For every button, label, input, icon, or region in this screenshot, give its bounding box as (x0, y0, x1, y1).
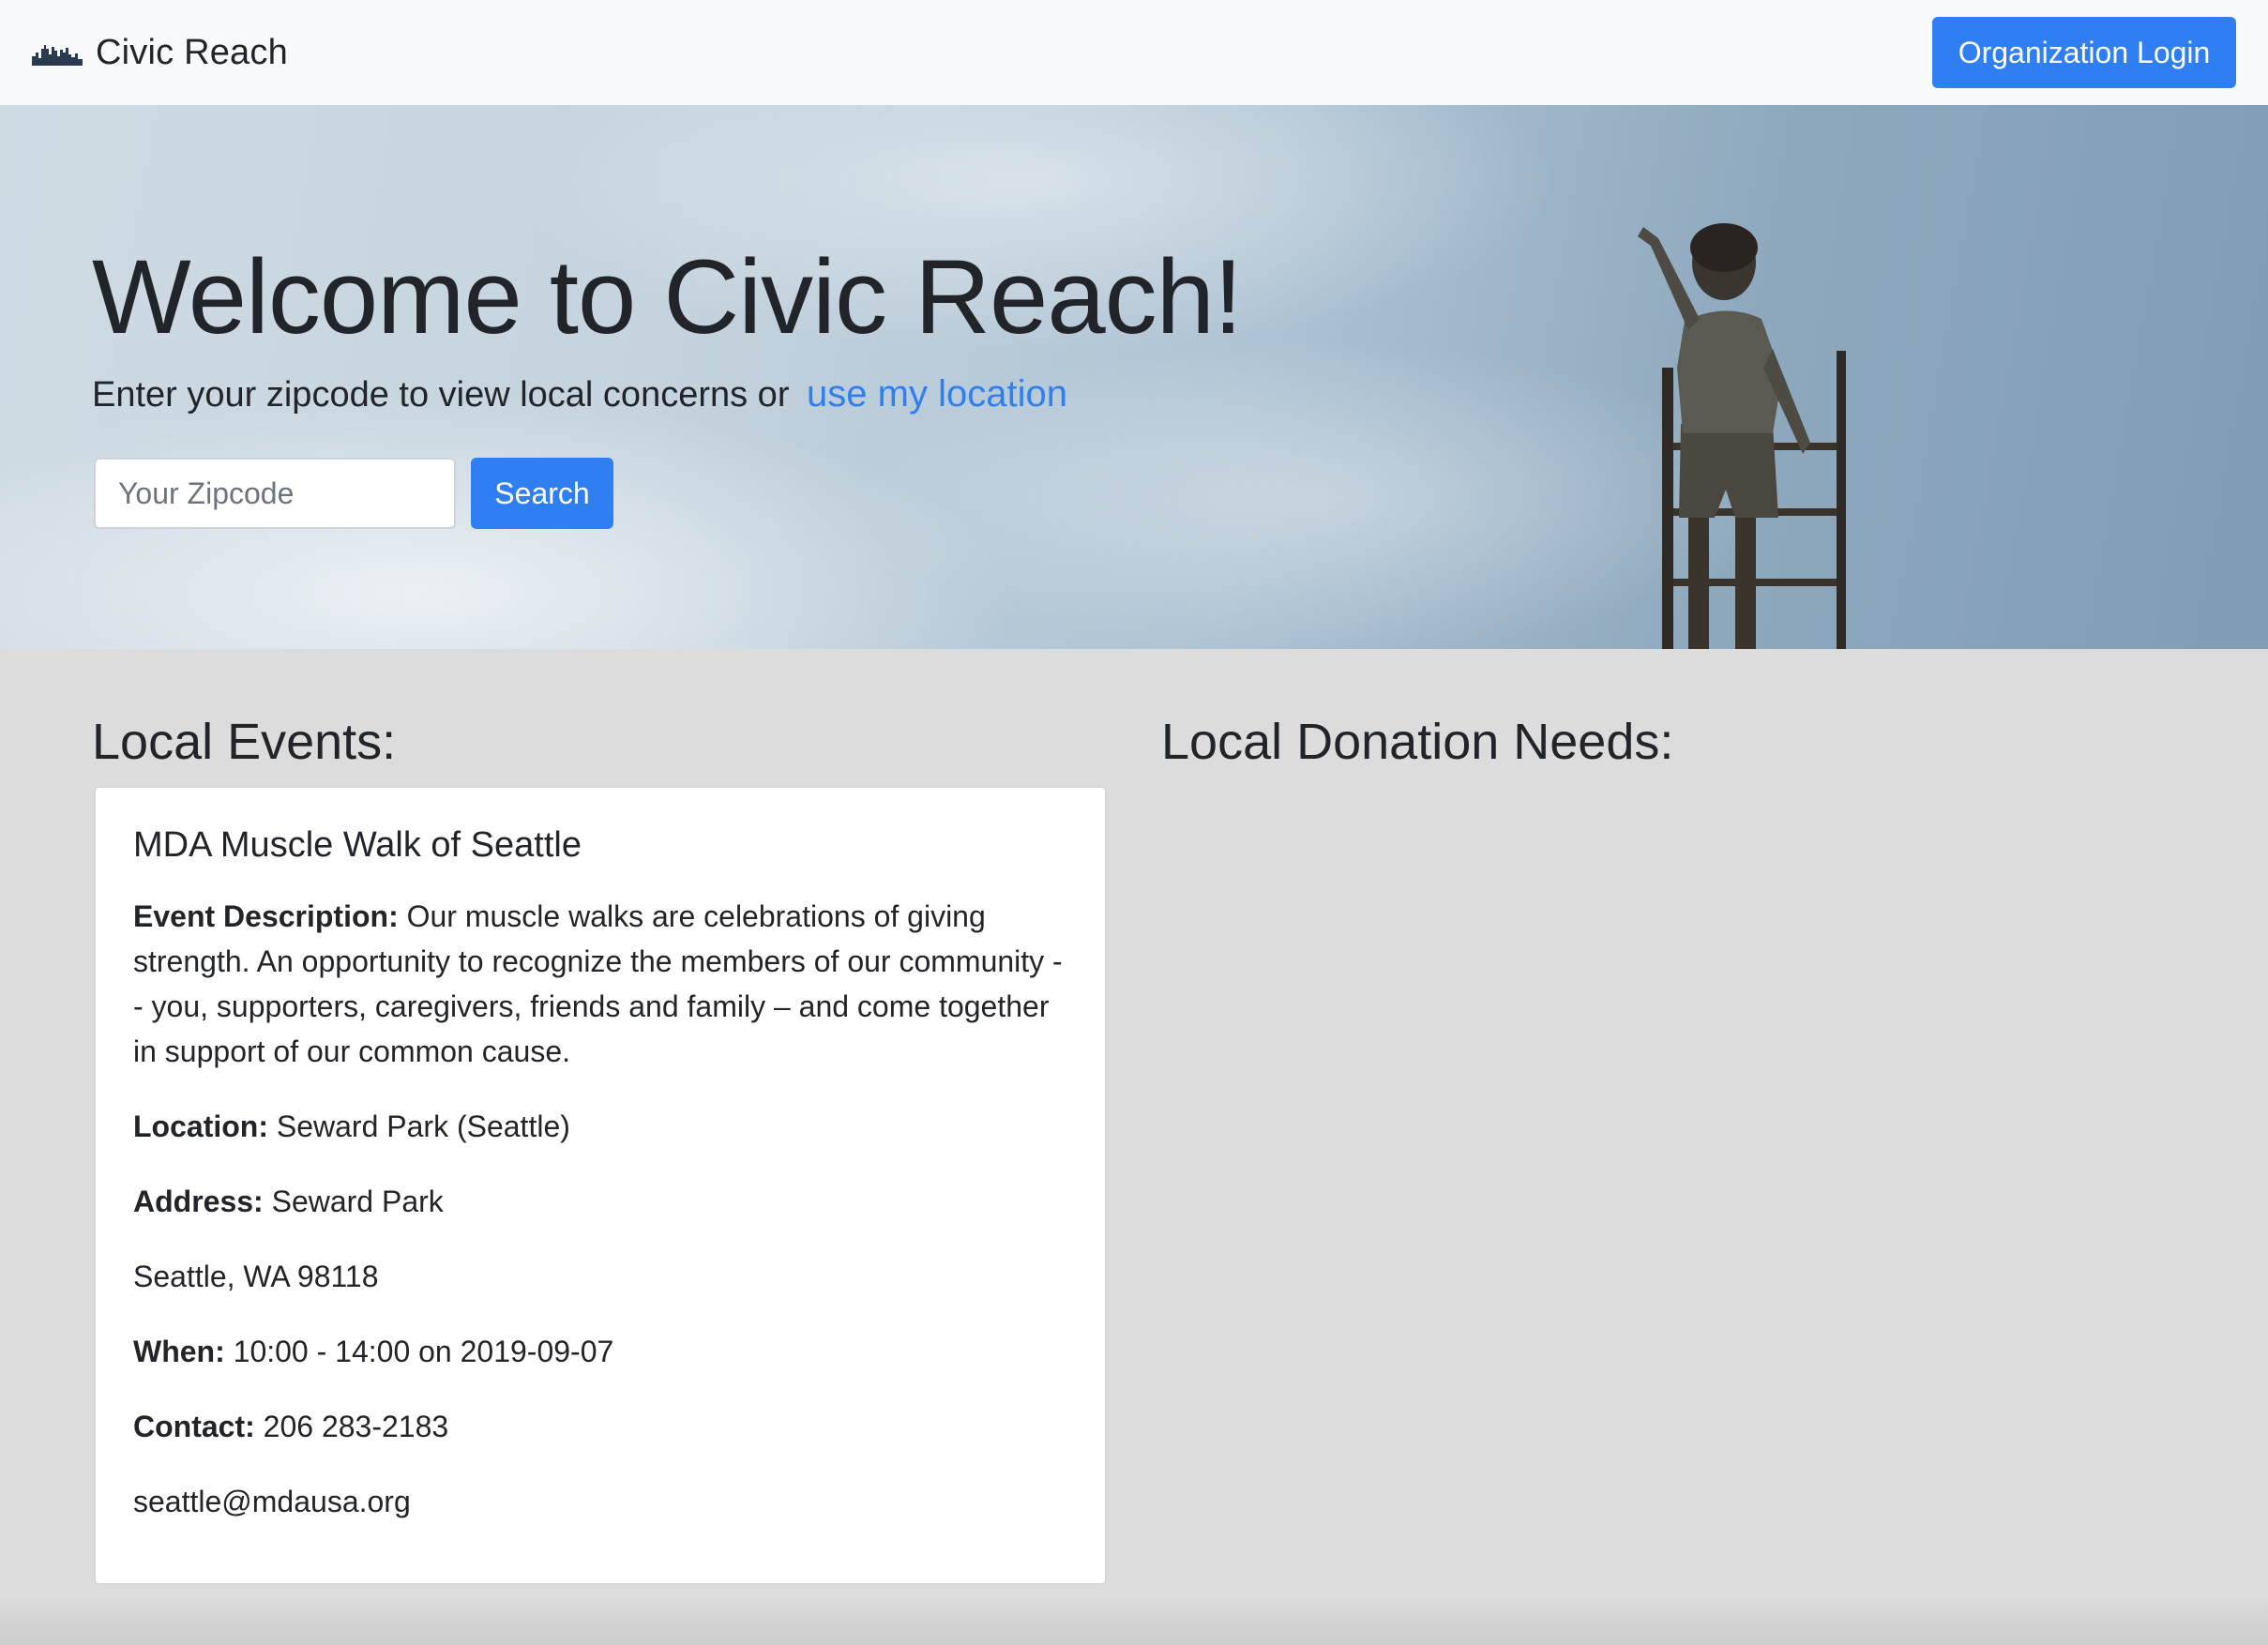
event-title: MDA Muscle Walk of Seattle (133, 825, 582, 865)
search-button[interactable]: Search (471, 458, 613, 529)
event-address-line2: Seattle, WA 98118 (133, 1260, 379, 1293)
top-navbar: Civic Reach Organization Login (0, 0, 2268, 105)
hero-banner: Welcome to Civic Reach! Enter your zipco… (0, 105, 2268, 649)
event-location-label: Location: (133, 1109, 268, 1143)
local-events-heading: Local Events: (92, 714, 397, 770)
event-contact-phone: 206 283-2183 (263, 1410, 449, 1443)
event-when-text: 10:00 - 14:00 on 2019-09-07 (233, 1335, 614, 1368)
event-when-label: When: (133, 1335, 225, 1368)
event-address-label: Address: (133, 1185, 264, 1218)
event-location: Location: Seward Park (Seattle) (133, 1104, 1067, 1149)
event-card: MDA Muscle Walk of Seattle Event Descrip… (94, 786, 1107, 1585)
boy-on-ladder-statue-image (1638, 223, 1846, 649)
event-address-line1: Seward Park (271, 1185, 444, 1218)
local-donation-needs-heading: Local Donation Needs: (1161, 714, 1674, 770)
city-skyline-icon (32, 45, 83, 66)
use-my-location-link[interactable]: use my location (807, 373, 1067, 415)
hero-title: Welcome to Civic Reach! (92, 238, 1243, 355)
event-contact-label: Contact: (133, 1410, 255, 1443)
bottom-shadow (0, 1594, 2268, 1645)
event-address: Address: Seward Park (133, 1179, 1067, 1224)
event-location-text: Seward Park (Seattle) (276, 1109, 570, 1143)
brand-name[interactable]: Civic Reach (96, 33, 288, 73)
event-description-label: Event Description: (133, 899, 399, 933)
brand[interactable]: Civic Reach (32, 33, 288, 73)
event-description: Event Description: Our muscle walks are … (133, 894, 1067, 1074)
event-contact: Contact: 206 283-2183 (133, 1404, 1067, 1449)
event-contact-email: seattle@mdausa.org (133, 1485, 411, 1518)
hero-subtitle: Enter your zipcode to view local concern… (92, 373, 1067, 415)
event-when: When: 10:00 - 14:00 on 2019-09-07 (133, 1329, 1067, 1374)
zipcode-input[interactable] (94, 458, 456, 529)
hero-subtitle-text: Enter your zipcode to view local concern… (92, 375, 790, 415)
organization-login-button[interactable]: Organization Login (1932, 17, 2236, 88)
